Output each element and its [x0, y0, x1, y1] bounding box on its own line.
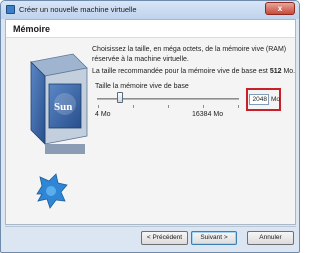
- back-button[interactable]: < Précédent: [141, 231, 188, 245]
- page-title: Mémoire: [13, 24, 51, 34]
- slider-tick: [98, 105, 99, 108]
- slider-min-label: 4 Mo: [95, 111, 111, 118]
- memory-unit-label: Mo: [271, 96, 281, 103]
- wizard-window: Créer un nouvelle machine virtuelle x Mé…: [0, 0, 300, 253]
- memory-slider-label: Taille la mémoire vive de base: [95, 83, 189, 90]
- close-button[interactable]: x: [265, 2, 295, 15]
- virtualbox-illustration: Sun: [30, 53, 88, 209]
- recommendation-text: La taille recommandée pour la mémoire vi…: [92, 68, 295, 75]
- slider-tick: [238, 105, 239, 108]
- wizard-page: Mémoire Sun Choisissez la taille, en még…: [5, 19, 296, 225]
- title-bar[interactable]: Créer un nouvelle machine virtuelle x: [1, 1, 299, 19]
- recommendation-unit: Mo.: [281, 68, 296, 75]
- recommendation-prefix: La taille recommandée pour la mémoire vi…: [92, 68, 270, 75]
- footer-separator: [5, 226, 296, 227]
- slider-tick: [168, 105, 169, 108]
- description-text: Choisissez la taille, en méga octets, de…: [92, 46, 287, 63]
- slider-tick: [203, 105, 204, 108]
- memory-size-input[interactable]: 2048: [249, 94, 269, 105]
- cancel-button[interactable]: Annuler: [247, 231, 294, 245]
- window-title: Créer un nouvelle machine virtuelle: [19, 5, 137, 14]
- sun-logo-text: Sun: [54, 101, 72, 113]
- virtualbox-icon: [6, 5, 15, 14]
- page-header: Mémoire: [6, 20, 295, 38]
- next-button[interactable]: Suivant >: [191, 231, 237, 245]
- slider-tick: [133, 105, 134, 108]
- recommended-value: 512: [269, 68, 282, 75]
- slider-max-label: 16384 Mo: [192, 111, 224, 118]
- memory-slider-thumb[interactable]: [117, 92, 123, 103]
